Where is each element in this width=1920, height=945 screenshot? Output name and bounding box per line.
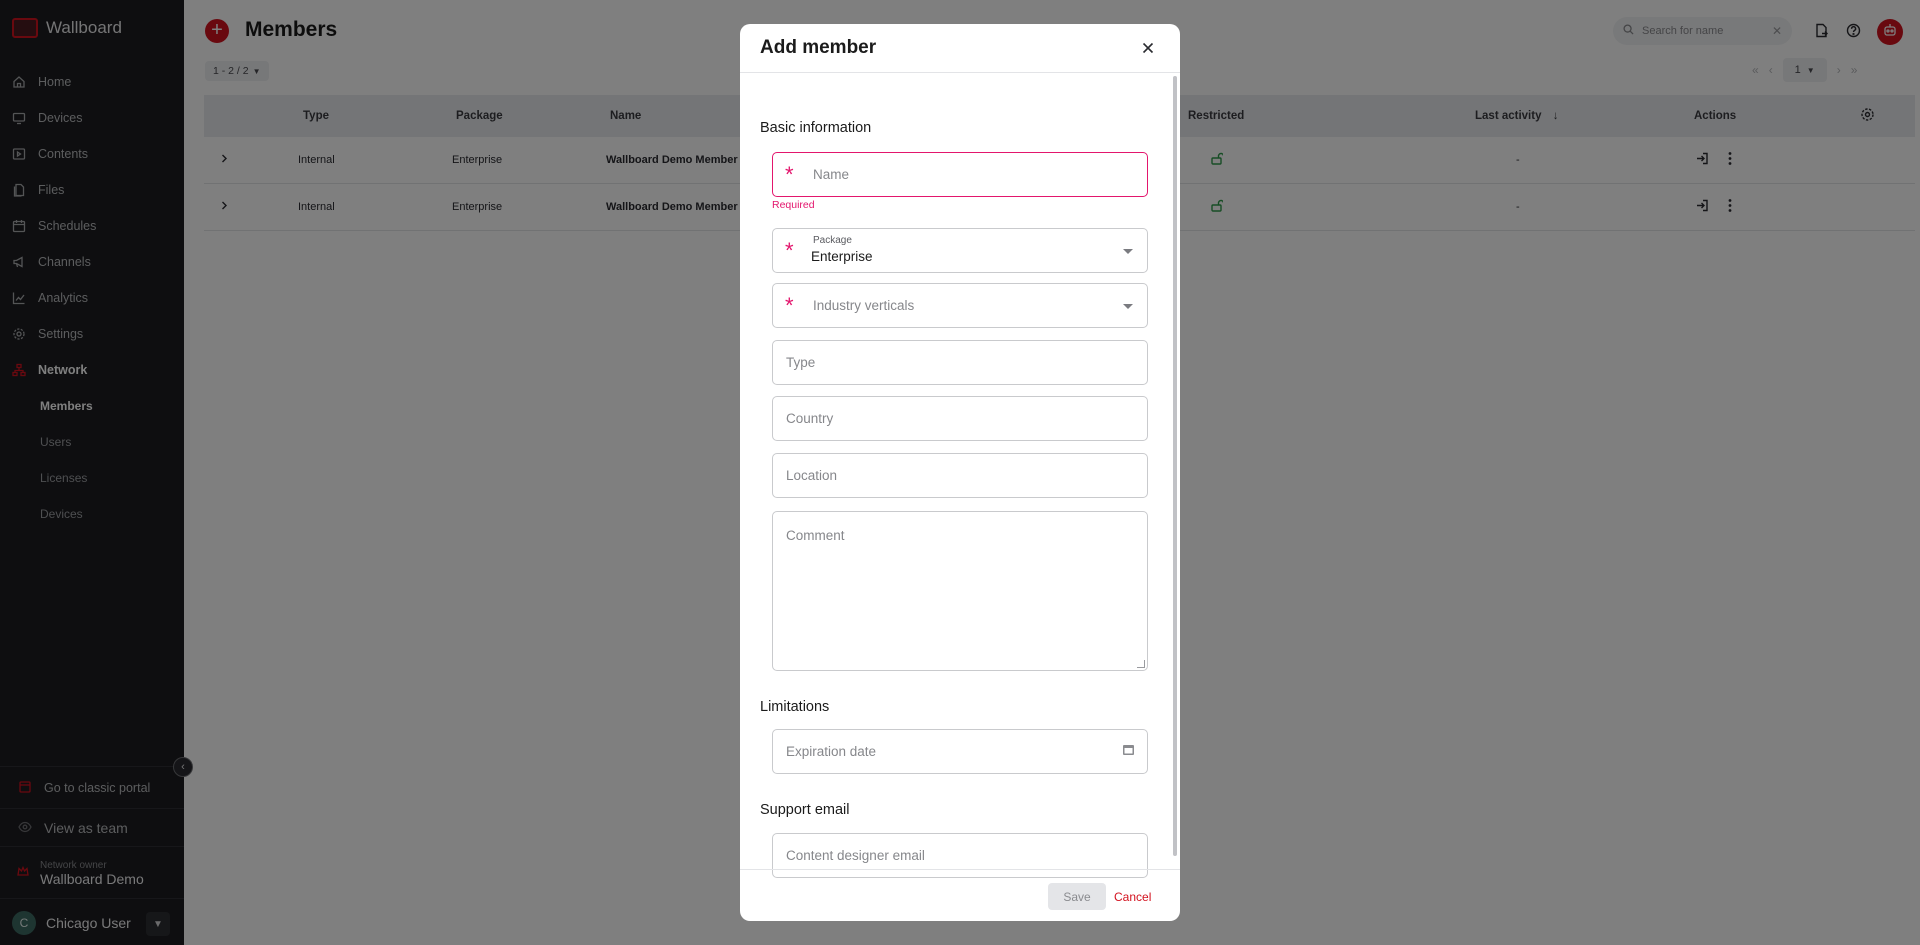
dialog-scrollbar[interactable] — [1173, 76, 1177, 856]
add-member-dialog: Add member Basic information * Required … — [740, 24, 1180, 921]
package-value: Enterprise — [811, 249, 873, 264]
location-field[interactable] — [772, 453, 1148, 498]
package-select[interactable]: * Package Enterprise — [772, 228, 1148, 273]
section-limitations: Limitations — [760, 699, 830, 715]
location-input[interactable] — [786, 468, 1126, 483]
caret-down-icon — [1123, 304, 1133, 309]
name-field[interactable]: * — [772, 152, 1148, 197]
type-input[interactable] — [786, 355, 1126, 370]
required-asterisk-icon: * — [785, 238, 794, 263]
close-icon[interactable] — [1138, 38, 1158, 58]
save-button[interactable]: Save — [1048, 883, 1106, 910]
cancel-button[interactable]: Cancel — [1114, 883, 1151, 910]
country-input[interactable] — [786, 411, 1126, 426]
resize-handle-icon[interactable] — [1137, 660, 1145, 668]
country-field[interactable] — [772, 396, 1148, 441]
dialog-body: Basic information * Required * Package E… — [740, 73, 1180, 878]
section-support-email: Support email — [760, 802, 850, 818]
industry-verticals-input[interactable] — [813, 298, 1133, 313]
content-designer-email-input[interactable] — [786, 848, 1126, 863]
section-basic-information: Basic information — [760, 120, 872, 136]
dialog-title: Add member — [760, 37, 877, 58]
required-asterisk-icon: * — [785, 162, 794, 187]
dialog-header: Add member — [740, 24, 1180, 73]
expiration-date-input[interactable] — [786, 744, 1126, 759]
name-error-text: Required — [772, 199, 815, 211]
industry-verticals-select[interactable]: * — [772, 283, 1148, 328]
package-label: Package — [813, 235, 852, 246]
expiration-date-field[interactable] — [772, 729, 1148, 774]
caret-down-icon — [1123, 249, 1133, 254]
required-asterisk-icon: * — [785, 293, 794, 318]
comment-textarea[interactable] — [786, 528, 1136, 658]
calendar-icon[interactable] — [1122, 743, 1135, 761]
dialog-footer: Save Cancel — [740, 869, 1180, 921]
comment-field[interactable] — [772, 511, 1148, 671]
type-field[interactable] — [772, 340, 1148, 385]
name-input[interactable] — [813, 167, 1133, 182]
